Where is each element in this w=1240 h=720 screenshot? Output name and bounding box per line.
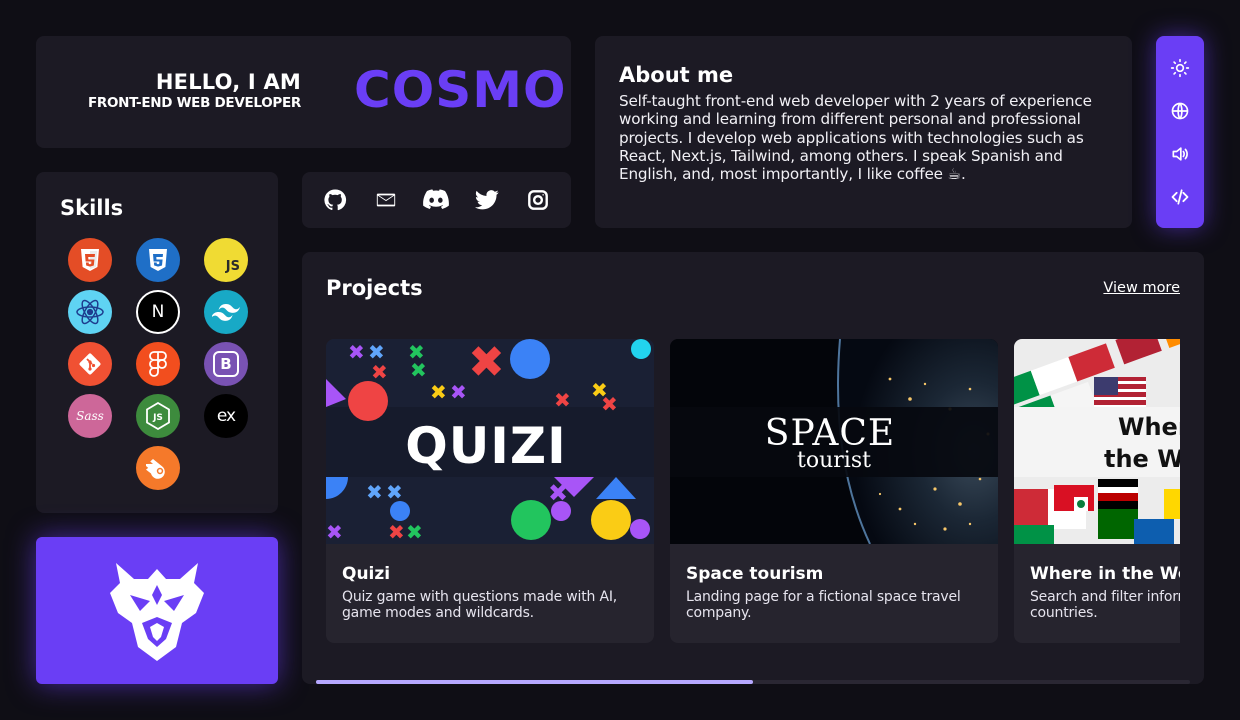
- svg-text:QUIZI: QUIZI: [405, 417, 567, 475]
- svg-text:✖: ✖: [554, 388, 571, 412]
- projects-header: Projects View more: [326, 276, 1180, 300]
- project-thumbnail: SPACE tourist: [670, 339, 998, 544]
- mail-icon: [376, 193, 396, 207]
- tailwind-icon: [204, 290, 248, 334]
- nodejs-icon: JS: [136, 394, 180, 438]
- about-text: Self-taught front-end web developer with…: [619, 92, 1092, 184]
- settings-toolbar: [1156, 36, 1204, 228]
- theme-toggle-button[interactable]: [1164, 52, 1196, 84]
- instagram-link[interactable]: [523, 185, 553, 215]
- hero-greeting: HELLO, I AM: [155, 70, 301, 94]
- email-link[interactable]: [371, 185, 401, 215]
- projects-card: Projects View more ✖ ✖ ✖ ✖ ✖ ✖ ✖ ✖ ✖ ✖ ✖…: [302, 252, 1204, 684]
- skills-title: Skills: [60, 196, 124, 220]
- svg-text:JS: JS: [152, 413, 163, 423]
- brand-logo-card: [36, 537, 278, 684]
- discord-link[interactable]: [421, 185, 451, 215]
- figma-icon: [136, 342, 180, 386]
- project-description: Quiz game with questions made with AI, g…: [342, 589, 618, 621]
- project-title: Where in the World: [1030, 564, 1180, 584]
- svg-text:the World: the World: [1104, 445, 1180, 473]
- svg-text:✖: ✖: [406, 520, 423, 544]
- svg-text:✖: ✖: [371, 360, 388, 384]
- svg-text:✖: ✖: [410, 358, 427, 382]
- nextjs-icon: N: [136, 290, 180, 334]
- about-card: About me Self-taught front-end web devel…: [595, 36, 1132, 228]
- blender-icon: [136, 446, 180, 490]
- instagram-icon: [527, 190, 548, 210]
- projects-title: Projects: [326, 276, 423, 300]
- svg-text:✖: ✖: [450, 380, 467, 404]
- svg-text:✖: ✖: [601, 392, 618, 416]
- globe-icon: [1171, 102, 1189, 119]
- discord-icon: [423, 189, 450, 209]
- github-icon: [324, 189, 347, 211]
- svg-text:✖: ✖: [430, 380, 447, 404]
- svg-text:✖: ✖: [468, 339, 505, 388]
- svg-text:✖: ✖: [326, 520, 343, 544]
- project-card-quizi[interactable]: ✖ ✖ ✖ ✖ ✖ ✖ ✖ ✖ ✖ ✖ ✖ ✖ ✖ ✖ ✖ ✖ ✖ QUIZI …: [326, 339, 654, 643]
- project-description: Search and filter information about coun…: [1030, 589, 1180, 621]
- social-links: [302, 172, 571, 228]
- github-link[interactable]: [320, 185, 350, 215]
- hero-intro: HELLO, I AM FRONT-END WEB DEVELOPER: [88, 70, 301, 112]
- project-thumbnail: Where in the World: [1014, 339, 1180, 544]
- css3-icon: [136, 238, 180, 282]
- svg-text:✖: ✖: [388, 520, 405, 544]
- about-title: About me: [619, 63, 734, 87]
- twitter-icon: [475, 190, 499, 210]
- project-title: Space tourism: [686, 564, 824, 584]
- hero-role: FRONT-END WEB DEVELOPER: [87, 95, 301, 111]
- javascript-icon: JS: [204, 238, 248, 282]
- svg-text:✖: ✖: [348, 340, 365, 364]
- project-title: Quizi: [342, 564, 391, 584]
- bootstrap-icon: B: [204, 342, 248, 386]
- demon-mask-logo: [110, 562, 204, 661]
- sass-icon: Sass: [68, 394, 112, 438]
- react-icon: [68, 290, 112, 334]
- scrollbar-thumb[interactable]: [316, 680, 753, 684]
- skills-grid: JS N B Sass JS ex: [60, 238, 254, 490]
- project-description: Landing page for a fictional space trave…: [686, 589, 961, 621]
- express-icon: ex: [204, 394, 248, 438]
- volume-icon: [1172, 146, 1188, 161]
- project-card-space-tourism[interactable]: SPACE tourist Space tourism Landing page…: [670, 339, 998, 643]
- twitter-link[interactable]: [472, 185, 502, 215]
- skills-card: Skills JS N B Sass JS ex: [36, 172, 278, 513]
- project-thumbnail: ✖ ✖ ✖ ✖ ✖ ✖ ✖ ✖ ✖ ✖ ✖ ✖ ✖ ✖ ✖ ✖ ✖ QUIZI: [326, 339, 654, 544]
- project-card-where-in-the-world[interactable]: Where in the World Where in the World: [1014, 339, 1180, 643]
- sun-icon: [1170, 58, 1190, 77]
- code-icon: [1171, 188, 1189, 205]
- hero-name: COSMO: [354, 61, 567, 119]
- source-code-button[interactable]: [1164, 181, 1196, 213]
- svg-text:tourist: tourist: [797, 448, 871, 473]
- svg-text:✖: ✖: [366, 480, 383, 504]
- svg-text:Where in: Where in: [1118, 413, 1180, 441]
- html5-icon: [68, 238, 112, 282]
- projects-scrollbar[interactable]: [316, 680, 1190, 684]
- sound-toggle-button[interactable]: [1164, 138, 1196, 170]
- projects-carousel: ✖ ✖ ✖ ✖ ✖ ✖ ✖ ✖ ✖ ✖ ✖ ✖ ✖ ✖ ✖ ✖ ✖ QUIZI …: [326, 339, 1180, 643]
- view-more-link[interactable]: View more: [1103, 280, 1180, 296]
- git-icon: [68, 342, 112, 386]
- language-button[interactable]: [1164, 95, 1196, 127]
- svg-text:✖: ✖: [386, 480, 403, 504]
- hero-card: HELLO, I AM FRONT-END WEB DEVELOPER COSM…: [36, 36, 571, 148]
